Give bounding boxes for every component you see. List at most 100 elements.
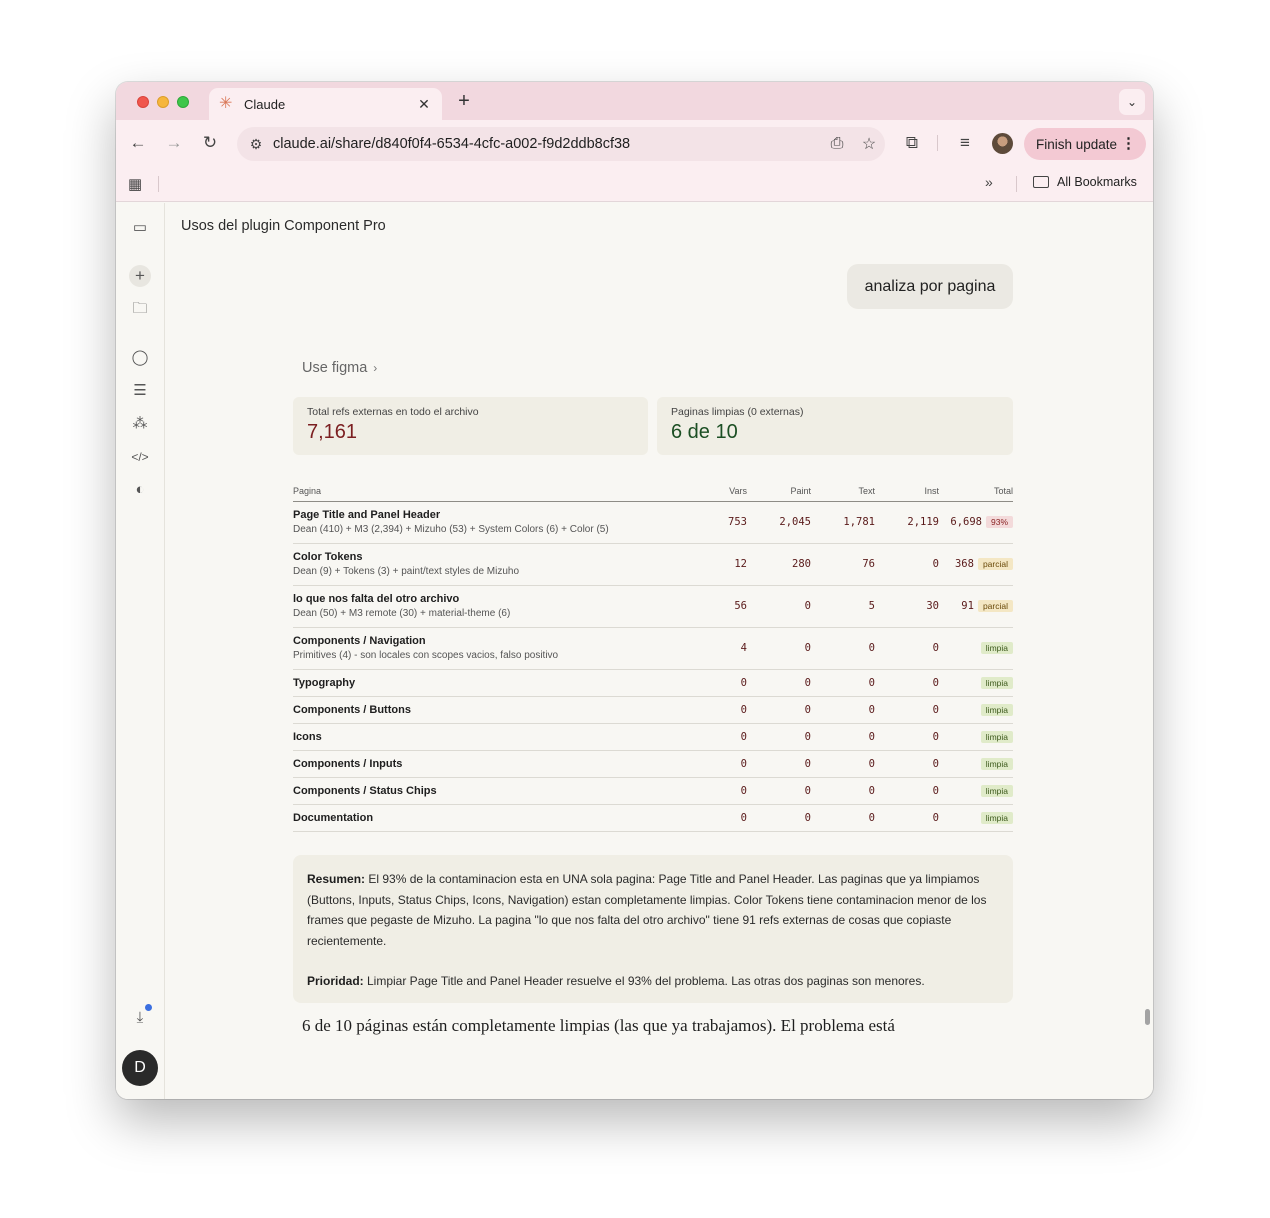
status-badge: 93% [985,516,1013,528]
code-icon[interactable]: </> [128,445,152,469]
reload-icon[interactable]: ↻ [198,131,222,155]
summary-label: Resumen: [307,872,366,886]
tab-claude[interactable]: ✳ Claude ✕ [209,88,442,120]
tool-use-toggle[interactable]: Use figma › [302,360,377,376]
claude-app: ▭ + 🗀 ◯ ☰ ⁂ </> ◐ ⤓ D Usos del plugin Co… [116,203,1153,1099]
priority-paragraph: Prioridad: Limpiar Page Title and Panel … [307,971,999,992]
close-window-button[interactable] [137,96,149,108]
scrollbar[interactable] [1145,1009,1150,1025]
chats-icon[interactable]: ◯ [128,346,152,370]
page-name-cell: Components / Buttons [293,696,688,724]
column-header: Inst [875,481,939,502]
inst-cell: 0 [875,696,939,724]
page-name: Components / Buttons [293,703,411,716]
projects-icon[interactable]: 🗀 [128,297,152,321]
total-cell: limpia [939,723,1013,751]
page-name: Icons [293,730,322,743]
text-cell: 76 [811,543,875,586]
palette-icon[interactable]: ◐ [128,478,152,502]
table-row: lo que nos falta del otro archivo Dean (5… [293,585,1013,628]
total-cell: limpia [939,804,1013,832]
vars-cell: 56 [688,585,747,628]
inst-cell: 2,119 [875,501,939,544]
total-cell: limpia [939,750,1013,778]
close-icon[interactable]: ✕ [416,96,432,113]
page-name-cell: Color Tokens Dean (9) + Tokens (3) + pain… [293,543,688,586]
page-name-cell: Components / Status Chips [293,777,688,805]
back-arrow-icon[interactable]: ← [126,131,150,155]
finish-update-button[interactable]: Finish update ⋮ [1024,128,1146,160]
column-header: Total [939,481,1013,502]
artifacts-icon[interactable]: ⁂ [128,412,152,436]
user-avatar[interactable]: D [122,1050,158,1086]
text-cell: 1,781 [811,501,875,544]
text-cell: 0 [811,696,875,724]
page-name-cell: Typography [293,669,688,697]
url-text[interactable]: claude.ai/share/d840f0f4-6534-4cfc-a002-… [273,136,821,152]
all-bookmarks-label: All Bookmarks [1057,175,1137,189]
table-row: Components / Inputs 0 0 0 0 limpia [293,750,1013,778]
total-value: 91 [961,600,974,612]
apps-grid-icon[interactable]: ▦ [128,175,142,193]
inst-cell: 0 [875,543,939,586]
extensions-icon[interactable]: ⧉ [900,131,924,155]
install-app-icon[interactable]: ⎙ [821,135,853,153]
column-header: Text [811,481,875,502]
new-chat-icon[interactable]: + [129,265,151,287]
page-name-cell: Components / Navigation Primitives (4) - … [293,627,688,670]
vars-cell: 0 [688,696,747,724]
sidebar: ▭ + 🗀 ◯ ☰ ⁂ </> ◐ ⤓ D [116,203,165,1099]
user-message: analiza por pagina [847,264,1013,309]
table-row: Page Title and Panel Header Dean (410) + … [293,501,1013,544]
vars-cell: 0 [688,723,747,751]
paint-cell: 0 [747,585,811,628]
priority-text: Limpiar Page Title and Panel Header resu… [363,974,925,988]
conversation-title[interactable]: Usos del plugin Component Pro [181,218,386,234]
status-badge: parcial [977,558,1013,570]
paint-cell: 0 [747,627,811,670]
column-header: Pagina [293,481,688,502]
total-cell: limpia [939,696,1013,724]
text-cell: 0 [811,669,875,697]
sidebar-toggle-icon[interactable]: ▭ [128,216,152,240]
more-menu-icon[interactable]: ⋮ [1121,128,1136,160]
vars-cell: 0 [688,750,747,778]
archive-icon[interactable]: ☰ [128,379,152,403]
address-bar[interactable]: ⚙ claude.ai/share/d840f0f4-6534-4cfc-a00… [237,127,885,161]
status-badge: limpia [980,730,1013,743]
table-row: Color Tokens Dean (9) + Tokens (3) + pain… [293,543,1013,586]
text-cell: 0 [811,750,875,778]
text-cell: 0 [811,627,875,670]
text-cell: 0 [811,723,875,751]
vars-cell: 12 [688,543,747,586]
page-name: lo que nos falta del otro archivo [293,593,460,605]
tab-title: Claude [244,96,286,112]
reading-list-icon[interactable]: ≡ [953,131,977,155]
chevron-down-icon[interactable]: ⌄ [1119,89,1145,115]
profile-avatar[interactable] [992,133,1013,154]
double-chevron-icon[interactable]: » [985,174,993,190]
paint-cell: 0 [747,750,811,778]
assistant-response-text: 6 de 10 páginas están completamente limp… [302,1016,895,1035]
site-settings-icon[interactable]: ⚙ [239,136,273,153]
page-sources: Dean (9) + Tokens (3) + paint/text style… [293,566,520,577]
page-sources: Dean (50) + M3 remote (30) + material-th… [293,608,511,619]
minimize-window-button[interactable] [157,96,169,108]
forward-arrow-icon[interactable]: → [162,131,186,155]
page-name-cell: Components / Inputs [293,750,688,778]
page-name: Documentation [293,811,374,824]
page-sources: Primitives (4) - son locales con scopes … [293,650,559,661]
status-badge: limpia [980,642,1013,654]
all-bookmarks-button[interactable]: All Bookmarks [1033,175,1137,189]
star-icon[interactable]: ☆ [853,134,885,154]
total-cell: 368 parcial [939,543,1013,586]
new-tab-button[interactable]: + [452,90,476,114]
paint-cell: 0 [747,804,811,832]
column-header: Paint [747,481,811,502]
total-cell: 6,698 93% [939,501,1013,544]
status-badge: limpia [980,784,1013,797]
page-name: Components / Navigation [293,635,426,647]
maximize-window-button[interactable] [177,96,189,108]
folder-icon [1033,176,1049,188]
stat-value: 7,161 [307,421,358,443]
